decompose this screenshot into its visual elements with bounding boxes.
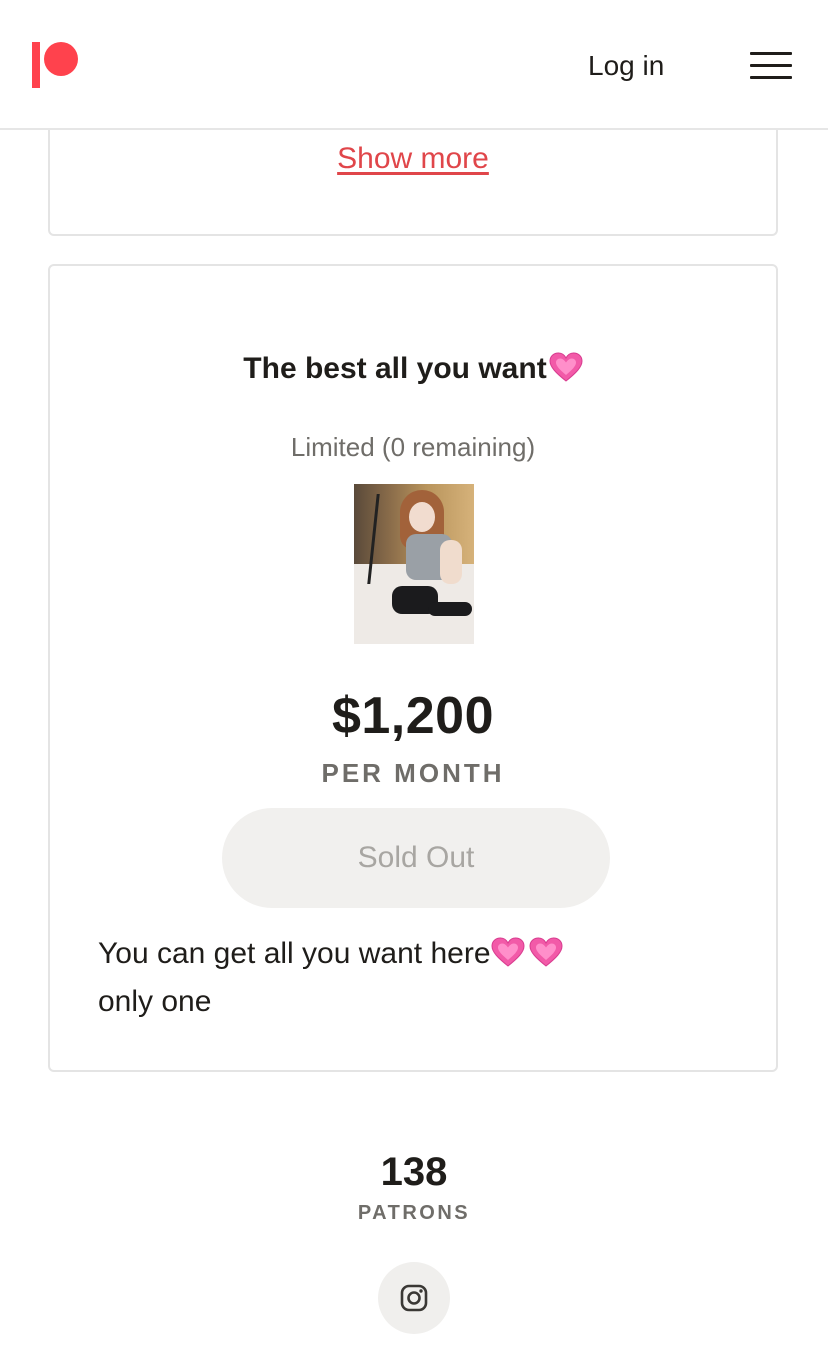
tier-title-text: The best all you want [243,352,547,385]
logo-bar [32,42,40,88]
tier-image [354,484,474,644]
growing-heart-icon [491,937,525,967]
tier-description-line: You can get all you want here [98,930,718,978]
tier-description-line: only one [98,985,212,1018]
show-more-link[interactable]: Show more [50,142,776,176]
tier-availability: Limited (0 remaining) [290,432,536,462]
logo-dot [44,42,78,76]
tier-description-text: You can get all you want here [98,937,491,970]
tier-card: The best all you want Limited (0 remaini… [48,264,778,1072]
instagram-button[interactable] [378,1262,450,1334]
tier-description: You can get all you want here only one [98,930,718,1026]
patron-label: PATRONS [357,1202,471,1224]
tier-period: PER MONTH [321,758,505,788]
patreon-logo[interactable] [30,42,82,88]
growing-heart-icon [529,937,563,967]
tier-price: $1,200 [331,687,495,745]
login-link[interactable]: Log in [588,48,664,84]
tier-title: The best all you want [50,352,776,386]
growing-heart-icon [549,352,583,382]
sold-out-button[interactable]: Sold Out [222,808,610,908]
site-header: Log in [0,0,828,130]
patron-count: 138 [380,1150,448,1194]
patron-stats: 138 PATRONS [0,1148,828,1225]
instagram-icon [400,1284,428,1312]
hamburger-menu-icon[interactable] [750,50,794,80]
